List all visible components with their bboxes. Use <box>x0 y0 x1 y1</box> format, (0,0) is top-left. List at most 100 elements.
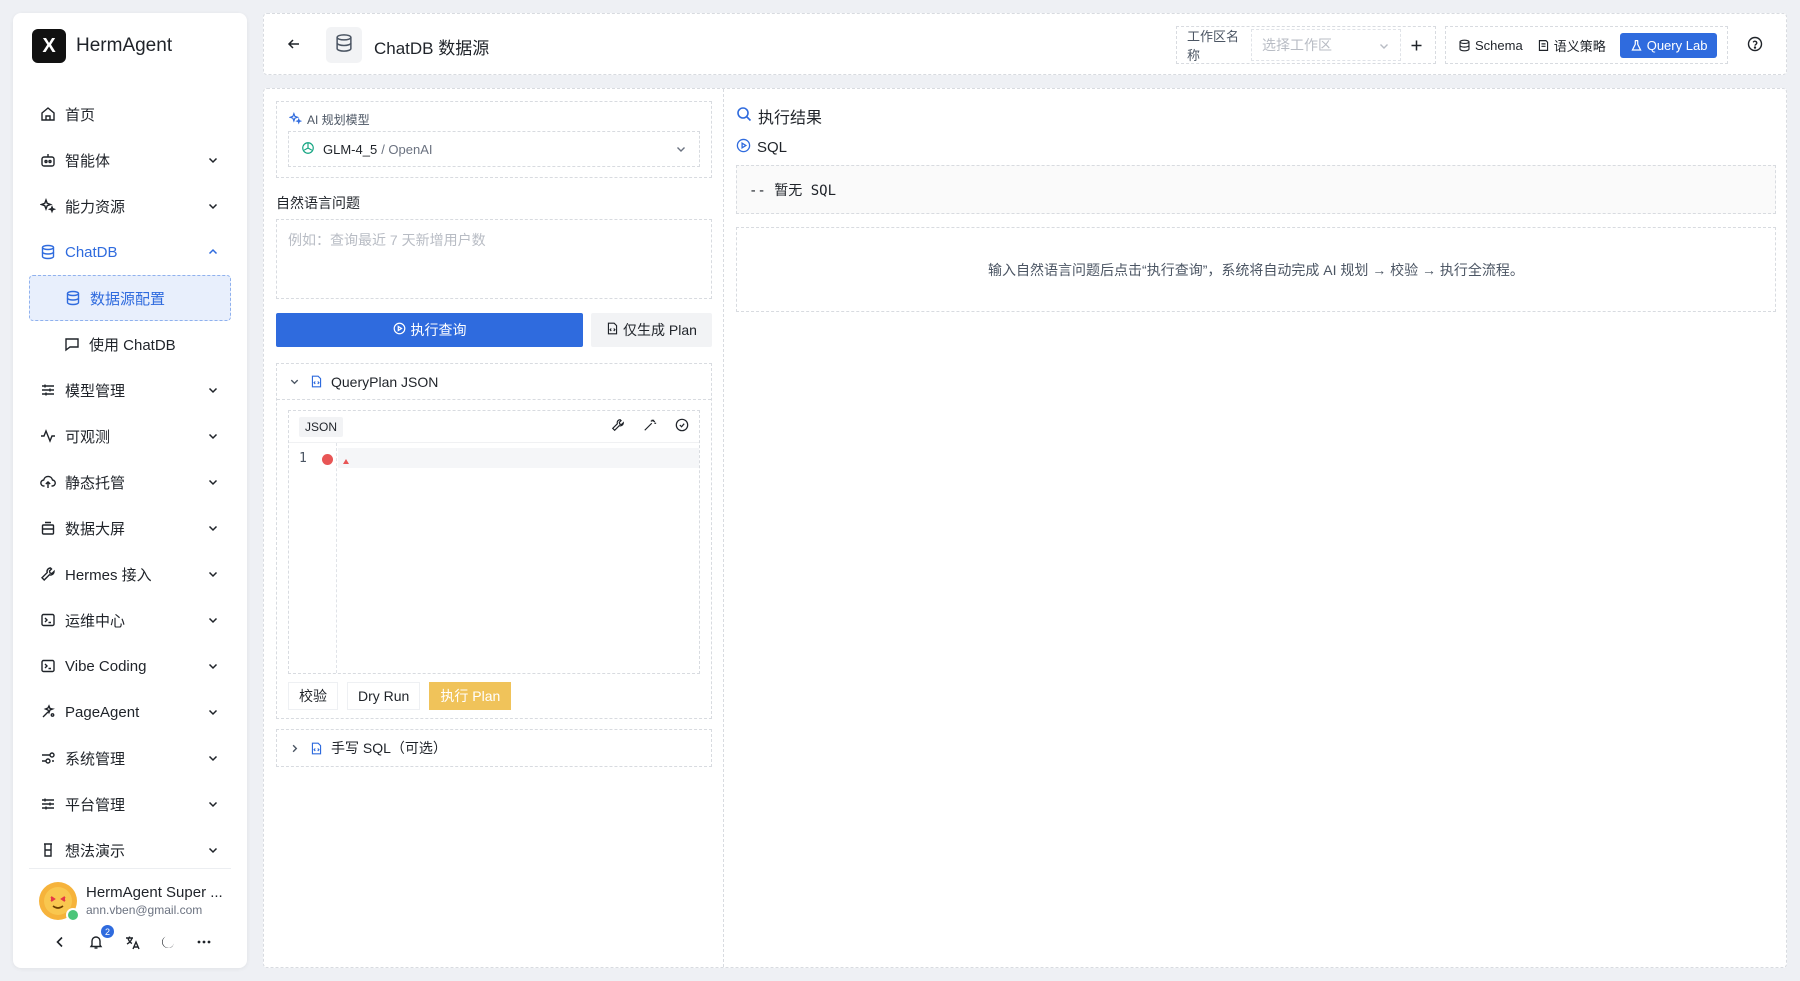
sidebar-item-label: 静态托管 <box>65 474 126 492</box>
queryplan-section: QueryPlan JSON JSON 1 校验 Dry Run 执行 Plan <box>276 363 712 719</box>
sidebar-item-label: 运维中心 <box>65 612 126 630</box>
add-workspace-icon[interactable] <box>1401 29 1431 61</box>
sql-output: -- 暂无 SQL <box>736 165 1776 214</box>
tab-semantic-policy[interactable]: 语义策略 <box>1537 36 1606 55</box>
flask-icon <box>39 841 57 859</box>
workspace-placeholder: 选择工作区 <box>1262 37 1332 53</box>
robot-icon <box>39 151 57 169</box>
sidebar-item-system[interactable]: 系统管理 <box>29 735 231 781</box>
sidebar-item-label: 模型管理 <box>65 382 126 400</box>
chevron-right-icon <box>289 743 300 754</box>
error-caret-icon <box>343 459 349 464</box>
sidebar-item-observability[interactable]: 可观测 <box>29 413 231 459</box>
model-card: AI 规划模型 GLM-4_5 / OpenAI <box>276 101 712 178</box>
file-code-icon <box>606 322 623 338</box>
editor-toolbar: JSON <box>289 411 699 443</box>
manual-sql-section[interactable]: 手写 SQL（可选） <box>276 729 712 767</box>
question-input[interactable]: 例如：查询最近 7 天新增用户数 <box>276 219 712 299</box>
error-marker-icon <box>322 454 333 465</box>
sidebar-item-label: 使用 ChatDB <box>89 336 176 354</box>
openai-icon <box>301 141 315 158</box>
sidebar-item-static-hosting[interactable]: 静态托管 <box>29 459 231 505</box>
empty-result-hint: 输入自然语言问题后点击“执行查询”，系统将自动完成 AI 规划 → 校验 → 执… <box>736 227 1776 312</box>
collapse-sidebar-icon[interactable] <box>51 933 69 951</box>
sidebar-item-ops[interactable]: 运维中心 <box>29 597 231 643</box>
help-icon[interactable] <box>1745 34 1765 54</box>
sidebar-item-label: Vibe Coding <box>65 657 147 675</box>
chevron-down-icon <box>205 152 221 168</box>
brand[interactable]: X HermAgent <box>32 29 172 63</box>
sidebar-item-label: 智能体 <box>65 152 111 170</box>
view-tabs: Schema 语义策略 Query Lab <box>1445 26 1728 64</box>
sliders-icon <box>39 381 57 399</box>
question-label: 自然语言问题 <box>276 195 360 211</box>
generate-plan-button[interactable]: 仅生成 Plan <box>591 313 712 347</box>
sidebar-item-platform[interactable]: 平台管理 <box>29 781 231 827</box>
question-placeholder: 例如：查询最近 7 天新增用户数 <box>288 232 486 248</box>
sidebar-item-vibe-coding[interactable]: Vibe Coding <box>29 643 231 689</box>
execute-plan-button[interactable]: 执行 Plan <box>429 682 512 710</box>
execute-query-button[interactable]: 执行查询 <box>276 313 583 347</box>
user-name: HermAgent Super ... <box>86 884 223 901</box>
tab-query-lab[interactable]: Query Lab <box>1619 32 1718 58</box>
line-number: 1 <box>299 451 307 466</box>
file-code-icon <box>310 742 323 755</box>
queryplan-header[interactable]: QueryPlan JSON <box>277 364 711 400</box>
chat-icon <box>63 335 81 353</box>
sidebar-divider <box>29 868 231 869</box>
editor-body[interactable]: 1 <box>289 443 699 673</box>
back-arrow-icon[interactable] <box>284 34 304 54</box>
sql-title: SQL <box>736 138 787 157</box>
search-icon <box>736 106 758 127</box>
sidebar-item-ideas-demo[interactable]: 想法演示 <box>29 827 231 873</box>
play-circle-icon <box>393 322 411 338</box>
sidebar-item-models[interactable]: 模型管理 <box>29 367 231 413</box>
sidebar-item-use-chatdb[interactable]: 使用 ChatDB <box>29 321 231 367</box>
workspace-selector-group: 工作区名称 选择工作区 <box>1176 26 1436 64</box>
sidebar-item-label: 首页 <box>65 106 96 124</box>
notification-badge: 2 <box>101 925 114 938</box>
sidebar-item-dashboard[interactable]: 数据大屏 <box>29 505 231 551</box>
model-label: AI 规划模型 <box>288 111 370 128</box>
dry-run-button[interactable]: Dry Run <box>347 682 421 710</box>
sidebar-item-resources[interactable]: 能力资源 <box>29 183 231 229</box>
moon-icon[interactable] <box>159 933 177 951</box>
query-lab-panel: AI 规划模型 GLM-4_5 / OpenAI 自然语言问题 例如：查询最近 … <box>263 88 1787 968</box>
wrench-icon[interactable] <box>611 418 625 436</box>
sidebar-item-datasource-config[interactable]: 数据源配置 <box>29 275 231 321</box>
sidebar-item-label: 可观测 <box>65 428 111 446</box>
execute-query-label: 执行查询 <box>410 322 467 338</box>
workspace-select[interactable]: 选择工作区 <box>1251 29 1401 61</box>
sidebar-item-agents[interactable]: 智能体 <box>29 137 231 183</box>
validate-button[interactable]: 校验 <box>288 682 338 710</box>
check-circle-icon[interactable] <box>675 418 689 436</box>
magic-wand-icon[interactable] <box>643 418 657 436</box>
tab-schema[interactable]: Schema <box>1458 38 1523 53</box>
user-email: ann.vben@gmail.com <box>86 903 203 917</box>
sidebar-item-pageagent[interactable]: PageAgent <box>29 689 231 735</box>
play-circle-icon <box>736 138 757 157</box>
sidebar-menu: 首页 智能体 能力资源 ChatDB 数据源配置 使用 ChatDB 模型管理 <box>29 91 231 873</box>
more-icon[interactable] <box>195 933 213 951</box>
datasource-icon-box <box>326 27 362 63</box>
flask-icon <box>1630 39 1643 52</box>
result-pane: 执行结果 SQL -- 暂无 SQL 输入自然语言问题后点击“执行查询”，系统将… <box>736 89 1788 967</box>
chevron-up-icon <box>205 244 221 260</box>
chevron-down-icon <box>205 612 221 628</box>
user-profile[interactable]: HermAgent Super ... ann.vben@gmail.com <box>39 879 223 923</box>
sidebar-item-hermes[interactable]: Hermes 接入 <box>29 551 231 597</box>
sidebar-item-home[interactable]: 首页 <box>29 91 231 137</box>
model-select[interactable]: GLM-4_5 / OpenAI <box>288 131 700 167</box>
editor-language-tag: JSON <box>299 416 344 437</box>
generate-plan-label: 仅生成 Plan <box>623 322 697 338</box>
chevron-down-icon <box>205 520 221 536</box>
translate-icon[interactable] <box>123 933 141 951</box>
bell-icon[interactable]: 2 <box>87 925 114 951</box>
sidebar-item-chatdb[interactable]: ChatDB <box>29 229 231 275</box>
page-title: ChatDB 数据源 <box>374 39 490 58</box>
chevron-down-icon <box>205 658 221 674</box>
workspace-label: 工作区名称 <box>1187 29 1240 63</box>
chevron-down-icon <box>205 382 221 398</box>
agent-icon <box>39 703 57 721</box>
page-header: ChatDB 数据源 工作区名称 选择工作区 Schema 语义策略 Query… <box>263 13 1787 75</box>
